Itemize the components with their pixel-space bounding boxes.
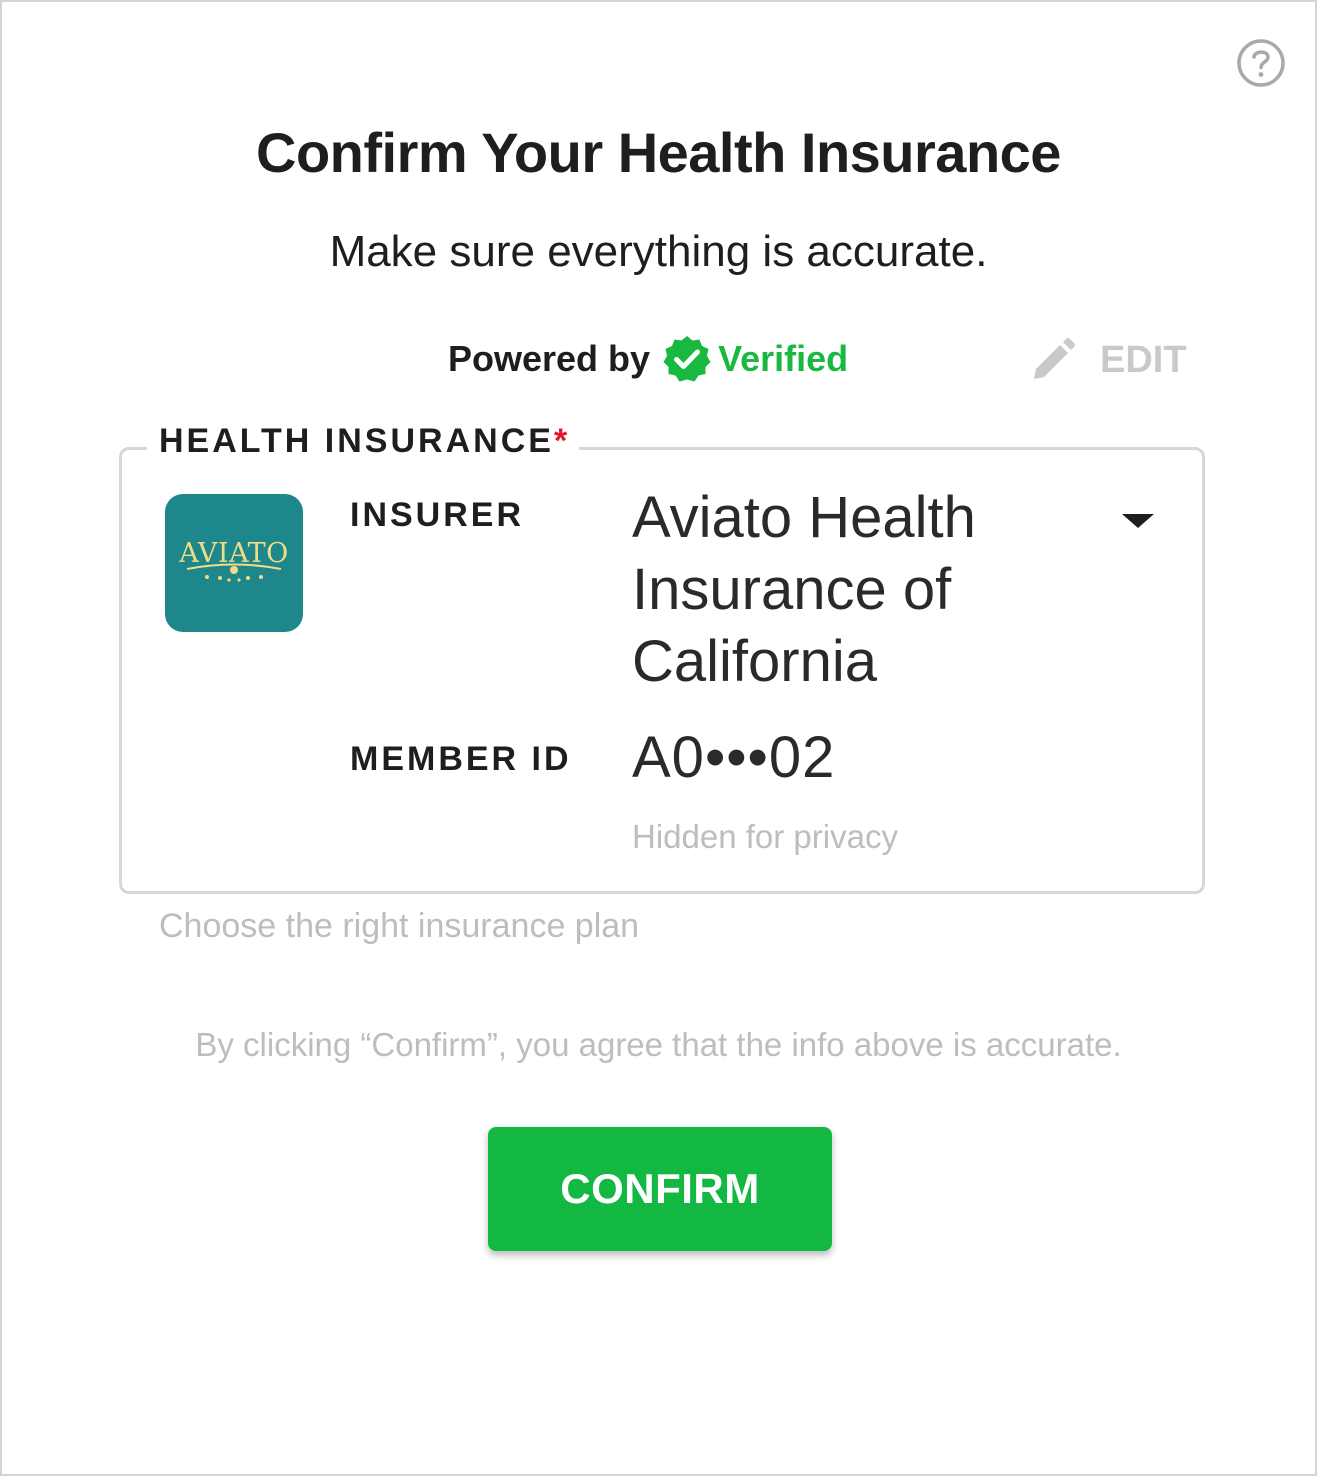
help-button[interactable] — [1235, 37, 1287, 89]
verified-brand: Verified — [718, 338, 849, 379]
plan-hint: Choose the right insurance plan — [159, 907, 640, 945]
insurance-dialog: Confirm Your Health Insurance Make sure … — [0, 0, 1317, 1476]
member-id-hint: Hidden for privacy — [632, 818, 898, 855]
question-circle-icon — [1237, 39, 1285, 87]
health-insurance-legend: HEALTH INSURANCE* — [147, 422, 580, 461]
edit-label: EDIT — [1100, 338, 1187, 381]
dialog-title: Confirm Your Health Insurance — [256, 121, 1061, 184]
verified-check-badge-icon — [663, 336, 711, 382]
insurer-logo: AVIATO — [165, 494, 303, 632]
caret-down-icon — [1122, 514, 1154, 528]
powered-by-label: Powered by — [448, 338, 651, 379]
insurer-value: Aviato Health Insurance of California — [632, 485, 976, 694]
edit-button[interactable]: EDIT — [1030, 336, 1187, 384]
dialog-subtitle: Make sure everything is accurate. — [329, 227, 988, 276]
required-marker: * — [553, 422, 568, 460]
legend-text: HEALTH INSURANCE — [159, 422, 554, 460]
member-id-value: A0•••02 — [632, 725, 836, 790]
powered-by: Powered by Verified — [448, 334, 848, 384]
pencil-icon — [1034, 338, 1075, 379]
airplane-icon — [186, 563, 282, 582]
agreement-text: By clicking “Confirm”, you agree that th… — [195, 1026, 1122, 1063]
member-id-label: MEMBER ID — [350, 740, 572, 778]
insurer-dropdown[interactable]: Aviato Health Insurance of California — [632, 482, 1172, 702]
confirm-button[interactable]: CONFIRM — [488, 1127, 832, 1251]
insurer-label: INSURER — [350, 496, 525, 534]
